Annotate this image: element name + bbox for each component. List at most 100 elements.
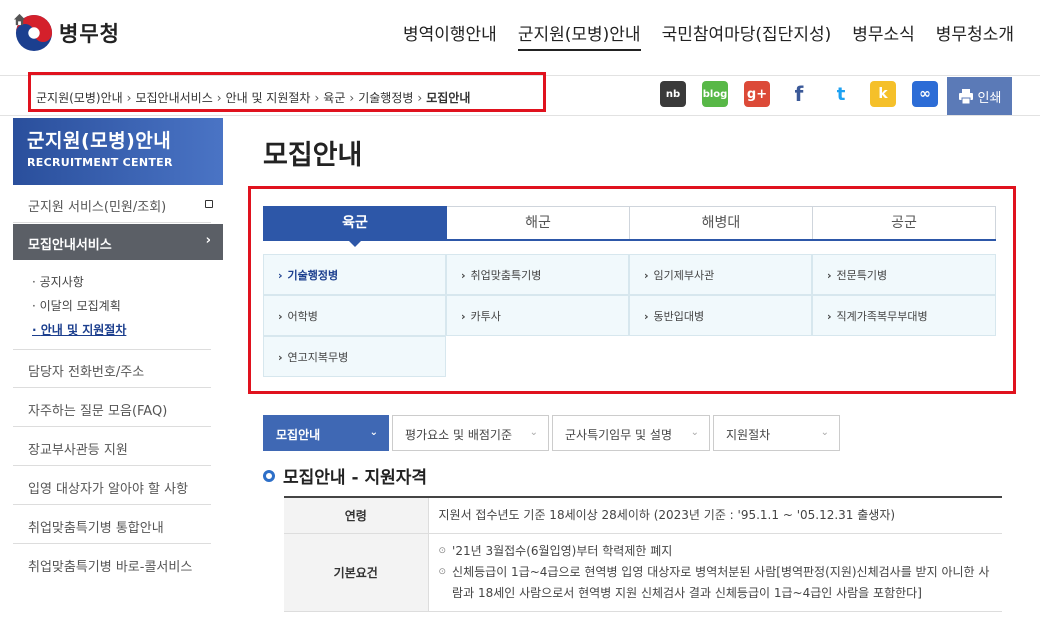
site-name: 병무청 — [59, 22, 120, 46]
sub-item-katusa[interactable]: 카투사 — [446, 295, 629, 336]
dropdown-procedure[interactable]: 지원절차 ⌄ — [713, 415, 840, 451]
dropdown-label: 평가요소 및 배점기준 — [405, 428, 512, 442]
sub-item-family-unit[interactable]: 직계가족복무부대병 — [812, 295, 996, 336]
gnb-item-recruitment[interactable]: 군지원(모병)안내 — [517, 20, 641, 51]
facebook-share-icon[interactable]: f — [786, 81, 812, 107]
eligibility-table: 연령 지원서 접수년도 기준 18세이상 28세이하 (2023년 기준 : '… — [284, 496, 1002, 612]
lnb-item-call-service[interactable]: 취업맞춤특기병 바로-콜서비스 — [13, 556, 223, 575]
lnb-divider — [13, 504, 211, 505]
print-button[interactable]: 인쇄 — [947, 77, 1012, 115]
printer-icon — [958, 88, 973, 104]
list-item: 신체등급이 1급~4급으로 현역병 입영 대상자로 병역처분된 사람[병역판정(… — [439, 562, 993, 604]
table-cell: 지원서 접수년도 기준 18세이상 28세이하 (2023년 기준 : '95.… — [428, 497, 1002, 534]
breadcrumb-item[interactable]: 안내 및 지원절차 — [226, 89, 311, 106]
breadcrumb-separator-icon: › — [417, 90, 423, 105]
lnb-sub-label: 공지사항 — [39, 275, 84, 289]
lnb-divider — [13, 349, 211, 350]
page-title: 모집안내 — [263, 140, 363, 171]
circle-bullet-icon — [263, 469, 275, 482]
breadcrumb: 군지원(모병)안내 › 모집안내서비스 › 안내 및 지원절차 › 육군 › 기술행정병… — [36, 89, 470, 106]
site-header: 병무청 병역이행안내 군지원(모병)안내 국민참여마당(집단지성) 병무소식 병… — [0, 0, 1040, 76]
twitter-share-icon[interactable]: t — [828, 81, 854, 107]
table-row: 기본요건 '21년 3월접수(6월입영)부터 학력제한 폐지 신체등급이 1급~… — [284, 533, 1002, 612]
table-header: 기본요건 — [284, 533, 429, 612]
military-branch-tabs: 육군 해군 해병대 공군 — [263, 206, 996, 247]
tab-navy[interactable]: 해군 — [447, 206, 630, 239]
chevron-down-icon: ⌄ — [369, 427, 378, 438]
dropdown-label: 지원절차 — [726, 428, 771, 442]
lnb-item-faq[interactable]: 자주하는 질문 모음(FAQ) — [13, 400, 223, 419]
sub-item-buddy-enlist[interactable]: 동반입대병 — [629, 295, 812, 336]
breadcrumb-item[interactable]: 육군 — [323, 89, 345, 106]
lnb-divider — [13, 465, 211, 466]
breadcrumb-current: 모집안내 — [426, 91, 471, 105]
dropdown-label: 모집안내 — [276, 428, 321, 442]
table-row: 연령 지원서 접수년도 기준 18세이상 28세이하 (2023년 기준 : '… — [284, 497, 1002, 534]
lnb-sub-notice[interactable]: · 공지사항 — [32, 273, 84, 290]
lnb-title: 군지원(모병)안내 — [27, 130, 172, 152]
lnb-item-enlist-info[interactable]: 입영 대상자가 알아야 할 사항 — [13, 478, 223, 497]
blog-share-icon[interactable]: blog — [702, 81, 728, 107]
chevron-right-icon: › — [205, 233, 211, 248]
lnb-subtitle: RECRUITMENT CENTER — [27, 156, 173, 169]
breadcrumb-separator-icon: › — [349, 90, 355, 105]
chevron-down-icon: ⌄ — [820, 427, 829, 438]
section-title-text: 모집안내 - 지원자격 — [283, 468, 428, 488]
content-dropdowns: 모집안내 ⌄ 평가요소 및 배점기준 ⌄ 군사특기임무 및 설명 ⌄ 지원절차 ⌄ — [263, 415, 840, 451]
table-header: 연령 — [284, 497, 429, 534]
gnb-item-news[interactable]: 병무소식 — [852, 20, 915, 51]
tab-airforce[interactable]: 공군 — [813, 206, 996, 239]
dropdown-evaluation[interactable]: 평가요소 및 배점기준 ⌄ — [392, 415, 549, 451]
gnb-item-service-guide[interactable]: 병역이행안내 — [403, 20, 497, 51]
sub-item-hometown[interactable]: 연고지복무병 — [263, 336, 446, 377]
chevron-down-icon: ⌄ — [529, 427, 538, 438]
lnb-divider — [13, 543, 211, 544]
breadcrumb-item[interactable]: 기술행정병 — [358, 89, 413, 106]
site-logo[interactable]: 병무청 — [15, 14, 120, 52]
breadcrumb-separator-icon: › — [216, 90, 222, 105]
lnb-sub-monthly-plan[interactable]: · 이달의 모집계획 — [32, 297, 121, 314]
lnb-divider — [13, 426, 211, 427]
home-icon[interactable] — [13, 13, 26, 26]
lnb-header: 군지원(모병)안내 RECRUITMENT CENTER — [13, 118, 223, 185]
dropdown-mos[interactable]: 군사특기임무 및 설명 ⌄ — [552, 415, 710, 451]
breadcrumb-separator-icon: › — [314, 90, 320, 105]
dropdown-recruit-info[interactable]: 모집안내 ⌄ — [263, 415, 389, 451]
lnb-item-officer[interactable]: 장교부사관등 지원 — [13, 439, 223, 458]
lnb-sub-label: 이달의 모집계획 — [39, 299, 121, 313]
table-cell: '21년 3월접수(6월입영)부터 학력제한 폐지 신체등급이 1급~4급으로 … — [428, 533, 1002, 612]
breadcrumb-item[interactable]: 모집안내서비스 — [135, 89, 212, 106]
breadcrumb-separator-icon: › — [126, 90, 132, 105]
lnb-item-contact[interactable]: 담당자 전화번호/주소 — [13, 361, 223, 380]
lnb-divider — [13, 222, 211, 223]
lnb-item-label: 모집안내서비스 — [28, 238, 112, 253]
lnb-item-job-specialist[interactable]: 취업맞춤특기병 통합안내 — [13, 517, 223, 536]
link-copy-icon[interactable]: ∞ — [912, 81, 938, 107]
tab-marines[interactable]: 해병대 — [630, 206, 813, 239]
naver-band-share-icon[interactable]: nb — [660, 81, 686, 107]
sub-item-linguist[interactable]: 어학병 — [263, 295, 446, 336]
lnb-item-service[interactable]: 군지원 서비스(민원/조회) — [13, 196, 223, 215]
chevron-down-icon: ⌄ — [690, 427, 699, 438]
lnb-sub-guide[interactable]: · 안내 및 지원절차 — [32, 321, 126, 338]
global-nav: 병역이행안내 군지원(모병)안내 국민참여마당(집단지성) 병무소식 병무청소개 — [403, 20, 1014, 51]
gnb-item-about[interactable]: 병무청소개 — [936, 20, 1014, 51]
list-item: '21년 3월접수(6월입영)부터 학력제한 폐지 — [439, 541, 993, 562]
tab-army[interactable]: 육군 — [263, 206, 447, 247]
print-label: 인쇄 — [977, 90, 1002, 106]
breadcrumb-item[interactable]: 군지원(모병)안내 — [36, 89, 123, 106]
lnb-item-recruit-service[interactable]: 모집안내서비스 › — [13, 224, 223, 260]
google-plus-share-icon[interactable]: g+ — [744, 81, 770, 107]
external-link-icon — [205, 200, 213, 208]
sub-item-term-nco[interactable]: 임기제부사관 — [629, 254, 812, 295]
dropdown-label: 군사특기임무 및 설명 — [565, 428, 672, 442]
sub-item-job-specialist[interactable]: 취업맞춤특기병 — [446, 254, 629, 295]
sub-item-tech-admin[interactable]: 기술행정병 — [263, 254, 446, 295]
kakao-story-share-icon[interactable]: k — [870, 81, 896, 107]
sns-share-bar: nb blog g+ f t k ∞ — [660, 81, 954, 107]
lnb-sub-label: 안내 및 지원절차 — [40, 323, 127, 337]
sub-item-specialist[interactable]: 전문특기병 — [812, 254, 996, 295]
gnb-item-participation[interactable]: 국민참여마당(집단지성) — [662, 20, 832, 51]
lnb-divider — [13, 387, 211, 388]
section-title: 모집안내 - 지원자격 — [263, 463, 427, 488]
